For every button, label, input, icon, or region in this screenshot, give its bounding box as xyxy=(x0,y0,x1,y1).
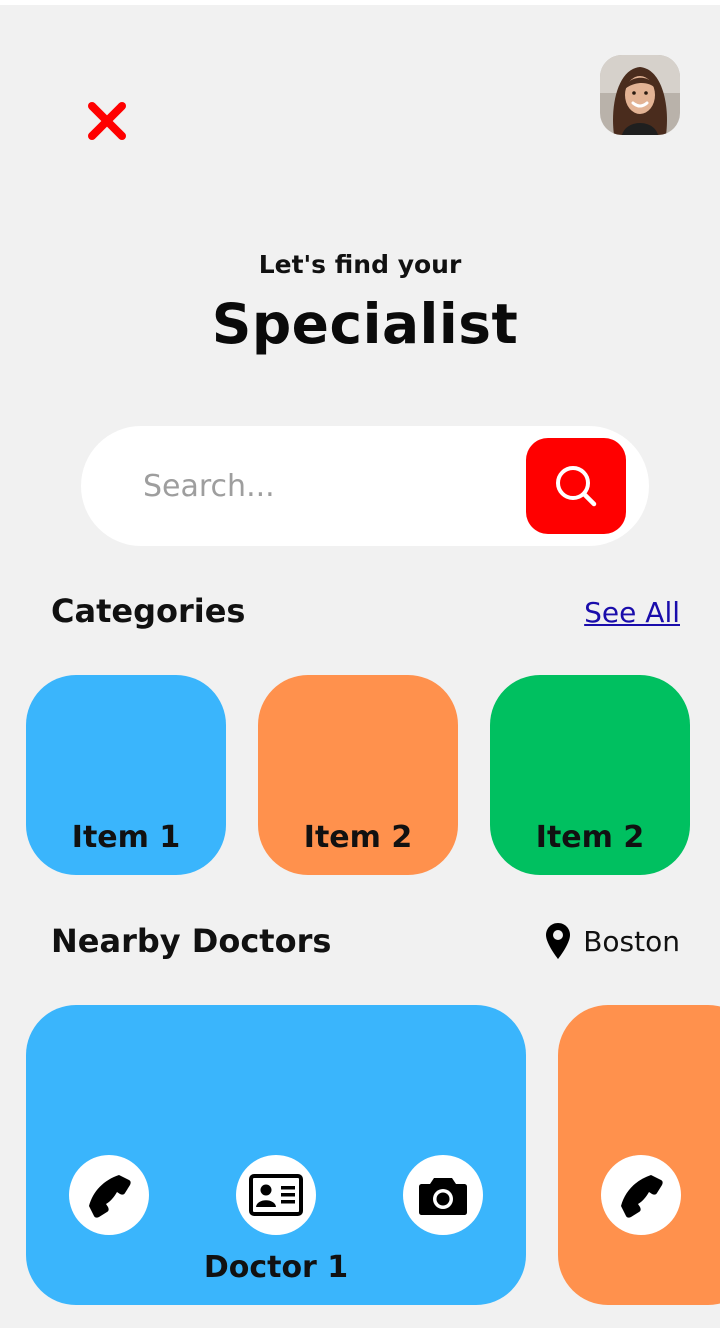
page-title: Specialist xyxy=(211,292,519,356)
phone-icon xyxy=(89,1175,131,1218)
doctor-name: Doctor 1 xyxy=(203,1250,349,1285)
profile-card-button[interactable] xyxy=(236,1155,316,1235)
close-x-icon xyxy=(88,102,126,140)
call-button[interactable] xyxy=(69,1155,149,1235)
category-label: Item 2 xyxy=(303,820,413,855)
hero-subtitle: Let's find your xyxy=(258,250,462,279)
categories-heading: Categories xyxy=(51,592,246,630)
status-strip xyxy=(0,0,720,5)
location-label: Boston xyxy=(583,924,680,958)
category-label: Item 2 xyxy=(535,820,645,855)
category-card-2[interactable]: Item 2 xyxy=(258,675,458,875)
call-button[interactable] xyxy=(601,1155,681,1235)
camera-icon xyxy=(419,1178,467,1215)
map-pin-icon xyxy=(546,923,571,959)
location-selector[interactable]: Boston xyxy=(545,922,680,960)
doctor-card-1[interactable]: Doctor 1 xyxy=(26,1005,526,1305)
doctor-card-2[interactable] xyxy=(558,1005,720,1305)
app-screen: Let's find your Specialist Categories Se… xyxy=(0,0,720,1328)
category-card-1[interactable]: Item 1 xyxy=(26,675,226,875)
id-card-icon xyxy=(249,1174,303,1216)
nearby-doctors-heading: Nearby Doctors xyxy=(51,922,332,960)
search-button[interactable] xyxy=(526,438,626,534)
phone-icon xyxy=(621,1175,663,1218)
profile-avatar-icon xyxy=(600,55,680,135)
avatar[interactable] xyxy=(600,55,680,135)
search-input[interactable] xyxy=(143,458,513,514)
category-card-3[interactable]: Item 2 xyxy=(490,675,690,875)
see-all-link[interactable]: See All xyxy=(584,596,680,629)
close-button[interactable] xyxy=(86,101,128,141)
camera-button[interactable] xyxy=(403,1155,483,1235)
search-icon xyxy=(556,466,597,507)
search-bar xyxy=(81,426,649,546)
category-label: Item 1 xyxy=(71,820,181,855)
